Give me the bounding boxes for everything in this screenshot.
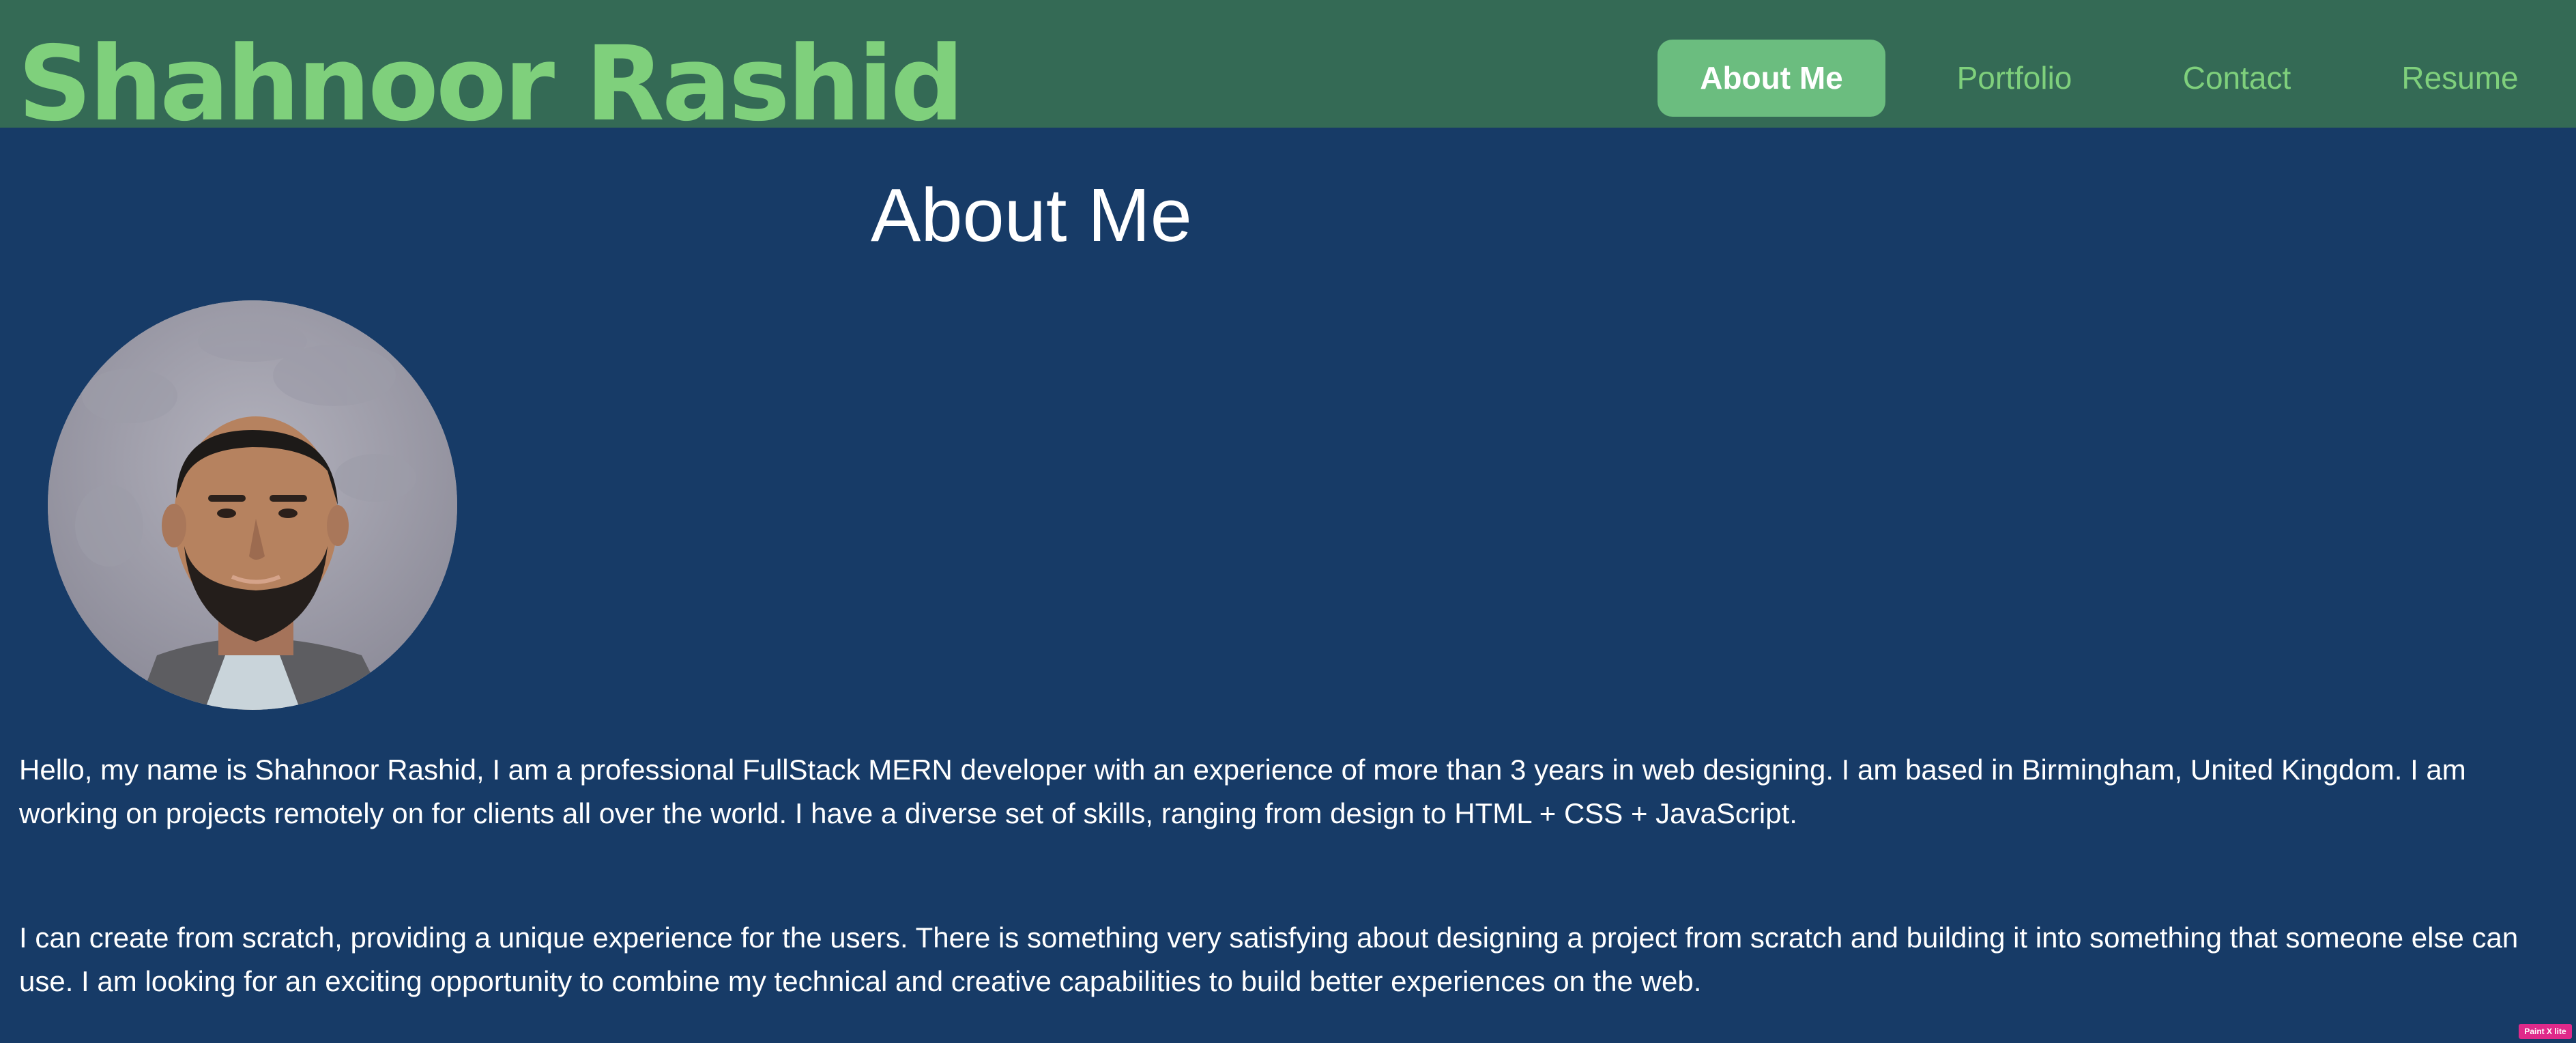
page: About Me Shahnoor Rashid Portfolio Conta… [0,0,2576,1043]
nav-resume[interactable]: Resume [2397,40,2523,117]
nav-about-me[interactable]: About Me [1658,40,1885,117]
bio-paragraph-1: Hello, my name is Shahnoor Rashid, I am … [19,754,2466,829]
portrait-illustration [48,300,457,710]
paint-x-lite-badge[interactable]: Paint X lite [2519,1024,2572,1039]
bio-paragraph-2: I can create from scratch, providing a u… [19,921,2519,997]
section-title: About Me [871,173,1192,257]
nav-portfolio-link[interactable]: Portfolio [1953,40,2076,117]
site-title[interactable]: Shahnoor Rashid [18,33,964,136]
nav-contact[interactable]: Contact [2178,40,2296,117]
profile-photo [48,300,457,710]
